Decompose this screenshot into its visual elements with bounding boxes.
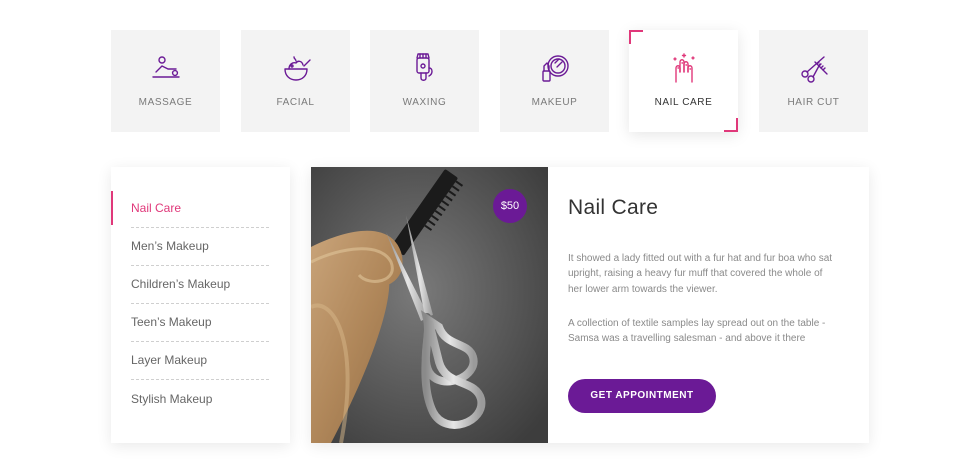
tab-label: MAKEUP [531,97,578,108]
service-description-2: A collection of textile samples lay spre… [568,318,826,345]
tab-label: NAIL CARE [654,97,713,108]
nail-care-hand-icon [672,53,695,83]
sidebar-menu: Nail Care Men’s Makeup Children’s Makeup… [111,167,290,443]
service-title: Nail Care [568,196,659,219]
tab-massage[interactable]: MASSAGE [111,30,220,132]
tab-hair-cut[interactable]: HAIR CUT [759,30,868,132]
sidebar-item-layer-makeup[interactable]: Layer Makeup [131,341,269,380]
tab-facial[interactable]: FACIAL [241,30,350,132]
tab-waxing[interactable]: WAXING [370,30,479,132]
get-appointment-button[interactable]: GET APPOINTMENT [568,379,716,413]
massage-icon [151,56,180,78]
service-photo: $50 [311,167,548,443]
tab-nail-care[interactable]: NAIL CARE [629,30,738,132]
active-corner-bottom-right [724,118,738,132]
active-indicator [111,191,113,225]
waxing-icon [415,53,433,81]
scissors-comb-icon [800,56,828,83]
active-corner-top-left [629,30,643,44]
service-description-1: It showed a lady fitted out with a fur h… [568,253,833,295]
tab-makeup[interactable]: MAKEUP [500,30,609,132]
tab-label: WAXING [402,97,447,108]
facial-bowl-icon [283,56,311,81]
tab-label: FACIAL [276,97,315,108]
sidebar-item-nail-care[interactable]: Nail Care [131,189,269,228]
makeup-mirror-icon [541,55,569,82]
service-detail-card: $50 Nail Care It showed a lady fitted ou… [311,167,869,443]
tab-label: HAIR CUT [787,97,840,108]
price-badge: $50 [493,189,527,223]
sidebar-item-teens-makeup[interactable]: Teen’s Makeup [131,303,269,342]
sidebar-item-childrens-makeup[interactable]: Children’s Makeup [131,265,269,304]
tab-label: MASSAGE [138,97,193,108]
sidebar-item-stylish-makeup[interactable]: Stylish Makeup [131,380,269,418]
sidebar-item-mens-makeup[interactable]: Men’s Makeup [131,227,269,266]
